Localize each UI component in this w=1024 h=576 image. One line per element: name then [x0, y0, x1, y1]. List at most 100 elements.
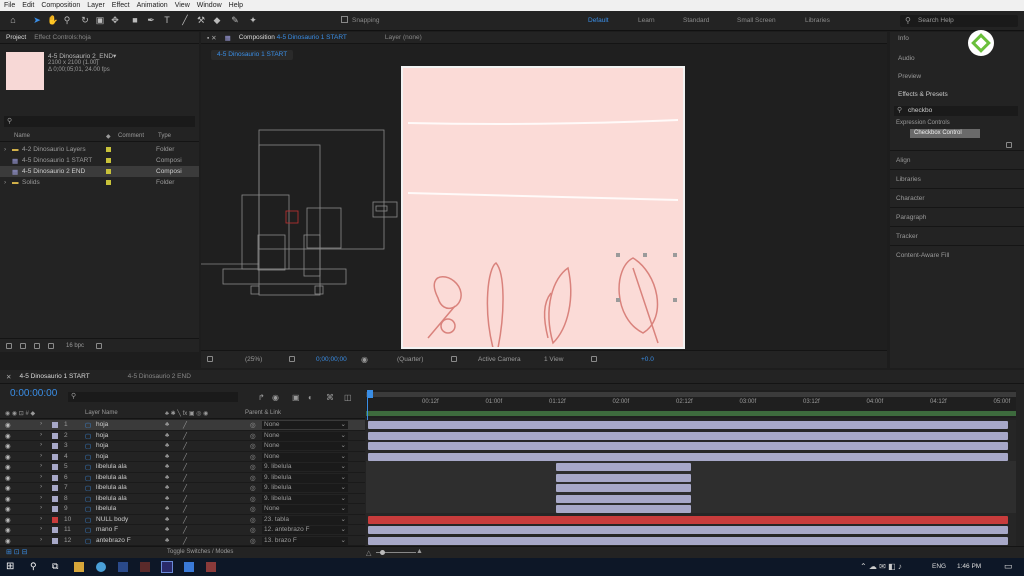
col-name[interactable]: Name [14, 133, 106, 139]
workspace-libraries[interactable]: Libraries [805, 17, 830, 24]
parent-dropdown[interactable]: None ⌄ [262, 442, 348, 450]
panel-effects-presets[interactable]: Effects & Presets [898, 91, 948, 98]
expand-icon[interactable]: › [40, 504, 42, 511]
task-view-icon[interactable]: ⧉ [52, 561, 62, 571]
tab-layer[interactable]: Layer (none) [385, 34, 422, 41]
layer-bar[interactable] [368, 526, 1008, 534]
notifications-icon[interactable]: ▭ [1004, 561, 1013, 572]
pickwhip-icon[interactable]: ◎ [250, 474, 256, 482]
clone-stamp-tool-icon[interactable]: ⚒ [196, 15, 206, 25]
expand-icon[interactable]: › [40, 515, 42, 522]
panel-align[interactable]: Align [890, 150, 1024, 168]
snapshot-icon[interactable]: ◉ [361, 355, 368, 364]
app-icon[interactable] [206, 562, 216, 572]
pickwhip-icon[interactable]: ◎ [250, 421, 256, 429]
eye-icon[interactable]: ◉ [5, 537, 11, 545]
layer-search-input[interactable]: ⚲ [68, 392, 238, 402]
eye-icon[interactable]: ◉ [5, 432, 11, 440]
workspace-small-screen[interactable]: Small Screen [737, 17, 776, 24]
parent-dropdown[interactable]: 9. libelula ⌄ [262, 473, 348, 482]
zoom-dropdown[interactable]: (25%) [245, 356, 262, 363]
menu-effect[interactable]: Effect [112, 2, 130, 9]
menu-animation[interactable]: Animation [137, 2, 168, 9]
label-swatch[interactable] [52, 495, 58, 502]
pickwhip-icon[interactable]: ◎ [250, 526, 256, 534]
label-swatch[interactable] [52, 432, 58, 439]
workspace-standard[interactable]: Standard [683, 17, 709, 24]
home-icon[interactable]: ⌂ [8, 15, 18, 25]
menu-layer[interactable]: Layer [87, 2, 105, 9]
chart-icon[interactable]: ◫ [344, 393, 352, 402]
quality-switch-icon[interactable]: ╱ [183, 421, 187, 429]
pickwhip-icon[interactable]: ◎ [250, 537, 256, 545]
layer-bar[interactable] [368, 515, 1008, 524]
quality-switch-icon[interactable]: ╱ [183, 516, 187, 524]
shy-switch-icon[interactable]: ♣ [165, 484, 169, 491]
rotate-tool-icon[interactable]: ↻ [80, 15, 90, 25]
shy-switch-icon[interactable]: ♣ [165, 516, 169, 523]
layer-bar[interactable] [368, 442, 1008, 450]
shy-switch-icon[interactable]: ♣ [165, 421, 169, 428]
tab-project[interactable]: Project [6, 34, 26, 41]
time-ruler[interactable]: 00:12f 01:00f 01:12f 02:00f 02:12f 03:00f 03:1… [366, 390, 1016, 418]
list-item[interactable]: ▦ 4-5 Dinosaurio 1 START Composi [0, 155, 199, 166]
eye-icon[interactable]: ◉ [5, 505, 11, 513]
layer-name[interactable]: hoja [96, 432, 108, 439]
layer-bar[interactable] [556, 473, 691, 482]
table-row[interactable]: ◉ › 3 ▢ hoja ♣ ╱ ◎ None ⌄ [0, 441, 365, 452]
expand-icon[interactable]: › [40, 441, 42, 448]
shy-switch-icon[interactable]: ♣ [165, 537, 169, 544]
shy-switch-icon[interactable]: ♣ [165, 495, 169, 502]
list-item-selected[interactable]: ▦ 4-5 Dinosaurio 2 END Composi [0, 166, 199, 177]
quality-switch-icon[interactable]: ╱ [183, 442, 187, 450]
layer-name[interactable]: libelula ala [96, 474, 127, 481]
windows-start-icon[interactable]: ⊞ [6, 561, 16, 572]
list-item[interactable]: › ▬ Solids Folder [0, 177, 199, 188]
parent-dropdown[interactable]: 9. libelula ⌄ [262, 463, 348, 471]
layer-name[interactable]: NULL body [96, 516, 128, 523]
eye-icon[interactable]: ◉ [5, 495, 11, 503]
toggle-switches-modes[interactable]: Toggle Switches / Modes [167, 549, 233, 555]
file-explorer-icon[interactable] [74, 562, 84, 572]
shy-switch-icon[interactable]: ♣ [165, 505, 169, 512]
trash-icon[interactable] [96, 343, 102, 349]
layer-bar[interactable] [556, 463, 691, 471]
col-type[interactable]: Type [158, 133, 171, 139]
search-help-field[interactable]: ⚲ Search Help [900, 15, 1018, 27]
hand-tool-icon[interactable]: ✋ [47, 15, 58, 25]
eye-icon[interactable]: ◉ [5, 442, 11, 450]
language-indicator[interactable]: ENG [932, 563, 946, 570]
effects-search-input[interactable]: ⚲ checkbo [894, 106, 1018, 116]
parent-dropdown[interactable]: 9. libelula ⌄ [262, 484, 348, 492]
app-icon[interactable] [140, 562, 150, 572]
table-row[interactable]: ◉ › 4 ▢ hoja ♣ ╱ ◎ None ⌄ [0, 452, 365, 462]
comp-canvas[interactable] [401, 66, 685, 349]
pickwhip-icon[interactable]: ◎ [250, 432, 256, 440]
table-row[interactable]: ◉ › 8 ▢ libelula ala ♣ ╱ ◎ 9. libelula ⌄ [0, 494, 365, 504]
table-row[interactable]: ◉ › 6 ▢ libelula ala ♣ ╱ ◎ 9. libelula ⌄ [0, 473, 365, 483]
layer-name[interactable]: libelula ala [96, 484, 127, 491]
new-folder-icon[interactable] [20, 343, 26, 349]
expand-icon[interactable]: › [40, 420, 42, 427]
panel-tracker[interactable]: Tracker [890, 226, 1024, 244]
camera-tool-icon[interactable]: ▣ [95, 15, 105, 25]
quality-switch-icon[interactable]: ╱ [183, 432, 187, 440]
grid-icon[interactable] [289, 356, 295, 362]
layer-bar[interactable] [368, 452, 1008, 461]
eye-icon[interactable]: ◉ [5, 526, 11, 534]
shy-switch-icon[interactable]: ♣ [165, 463, 169, 470]
quality-switch-icon[interactable]: ╱ [183, 495, 187, 503]
chrome-icon[interactable] [96, 562, 106, 572]
label-swatch[interactable] [52, 506, 58, 512]
menu-window[interactable]: Window [197, 2, 222, 9]
panel-info[interactable]: Info [898, 35, 909, 42]
views-dropdown[interactable]: 1 View [544, 356, 563, 363]
pickwhip-icon[interactable]: ◎ [250, 463, 256, 471]
menu-file[interactable]: File [4, 2, 15, 9]
panel-libraries[interactable]: Libraries [890, 169, 1024, 187]
project-search-input[interactable]: ⚲ [4, 116, 195, 127]
parent-dropdown[interactable]: None ⌄ [262, 431, 348, 440]
expand-icon[interactable]: › [40, 494, 42, 501]
tab-timeline-start[interactable]: 4-5 Dinosaurio 1 START [19, 373, 89, 380]
always-preview-icon[interactable] [207, 356, 213, 362]
